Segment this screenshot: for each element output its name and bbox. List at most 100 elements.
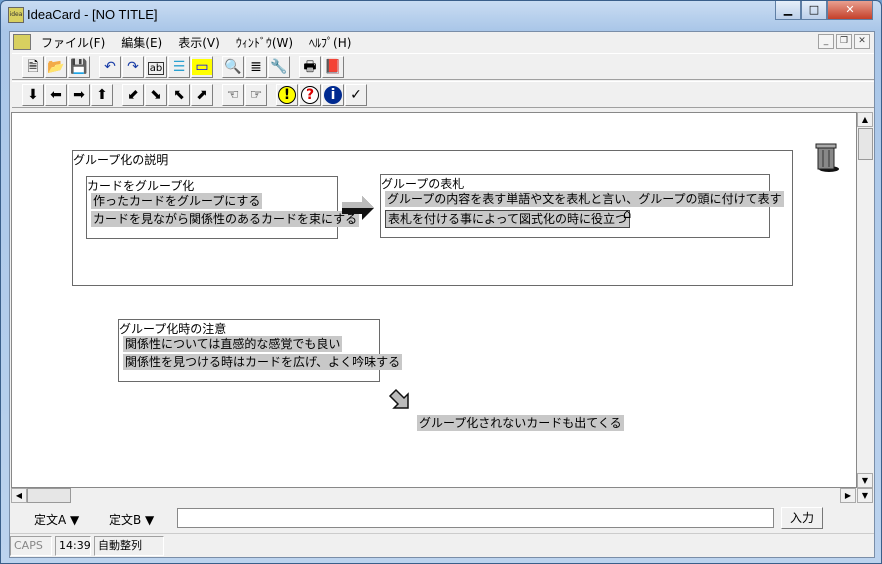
text-field-button[interactable]: ab [145,56,167,78]
print-button[interactable]: 🖶 [299,56,321,78]
card[interactable]: グループ化時の注意 関係性については直感的な感覚でも良い 関係性を見つける時はカ… [118,319,403,382]
minimize-button[interactable]: ▁ [775,1,801,20]
note-button[interactable]: ▭ [191,56,213,78]
arrow-up-left-icon: ⬉ [173,87,185,103]
hand-right-button[interactable]: ☞ [245,84,267,106]
save-icon: 💾 [70,59,88,75]
check-button[interactable]: ✓ [345,84,367,106]
scroll-down-corner-button[interactable]: ▼ [857,488,873,503]
status-bar: CAPS 14:39 自動整列 [10,533,874,557]
card-line: 作ったカードをグループにする [91,193,263,209]
open-icon: 📂 [47,59,65,75]
text-input[interactable] [177,508,774,528]
mdi-close-button[interactable]: ✕ [854,34,870,49]
note-icon: ▭ [192,59,212,75]
wrench-button[interactable]: 🔧 [268,56,290,78]
horizontal-scrollbar[interactable]: ◀ ▶ [11,488,857,503]
arrow-down-left-button[interactable]: ⬋ [122,84,144,106]
search-button[interactable]: 🔍 [222,56,244,78]
book-button[interactable]: 📕 [322,56,344,78]
menu-help[interactable]: ﾍﾙﾌﾟ(H) [301,34,359,51]
menu-edit[interactable]: 編集(E) [113,34,170,51]
phrase-a-dropdown[interactable]: 定文A ▼ [34,511,79,528]
card-canvas[interactable]: グループ化の説明 カードをグループ化 作ったカードをグループにする カードを見な… [11,112,857,488]
arrow-down-icon: ⬇ [27,87,39,103]
app-window: idea IdeaCard - [NO TITLE] ▁ □ ✕ ファイル(F)… [0,0,882,564]
card-line: 関係性を見つける時はカードを広げ、よく吟味する [123,354,403,370]
save-button[interactable]: 💾 [68,56,90,78]
redo-icon: ↷ [127,59,139,75]
vertical-scroll-thumb[interactable] [858,128,873,160]
arrow-right-button[interactable]: ➡ [68,84,90,106]
caps-indicator: CAPS [10,536,52,556]
outline-icon: ≣ [250,59,262,75]
scroll-down-button[interactable]: ▼ [857,473,873,488]
card-title: グループ化時の注意 [119,322,227,336]
arrow-up-icon: ⬆ [96,87,108,103]
arrow-right-icon [342,196,376,220]
mdi-minimize-button[interactable]: _ [818,34,834,49]
redo-button[interactable]: ↷ [122,56,144,78]
search-icon: 🔍 [224,59,242,75]
arrow-up-right-icon: ⬈ [196,87,208,103]
horizontal-scroll-thumb[interactable] [27,488,71,503]
scroll-left-button[interactable]: ◀ [11,488,27,503]
arrow-down-left-icon: ⬋ [127,87,139,103]
book-icon: 📕 [324,59,342,75]
wrench-icon: 🔧 [270,59,288,75]
arrow-left-icon: ⬅ [50,87,62,103]
arrow-down-right-button[interactable]: ⬊ [145,84,167,106]
doc-icon [13,34,31,50]
outline-button[interactable]: ≣ [245,56,267,78]
phrase-b-dropdown[interactable]: 定文B ▼ [109,511,154,528]
menu-view[interactable]: 表示(V) [170,34,228,51]
undo-button[interactable]: ↶ [99,56,121,78]
arrow-down-button[interactable]: ⬇ [22,84,44,106]
hand-right-icon: ☞ [249,87,263,103]
card[interactable]: カードをグループ化 作ったカードをグループにする カードを見ながら関係性のあるカ… [86,176,360,239]
undo-icon: ↶ [104,59,116,75]
card-line-selected[interactable]: 表札を付ける事によって図式化の時に役立つ [385,210,631,228]
card[interactable]: グループの表札 グループの内容を表す単語や文を表札と言い、グループの頭に付けて表… [380,174,784,238]
print-icon: 🖶 [303,59,317,75]
group-title: グループ化の説明 [73,153,169,167]
close-button[interactable]: ✕ [827,1,873,20]
arrow-up-left-button[interactable]: ⬉ [168,84,190,106]
client-area: ファイル(F) 編集(E) 表示(V) ｳｨﾝﾄﾞｳ(W) ﾍﾙﾌﾟ(H) _ … [9,31,875,558]
trash-icon[interactable] [814,141,840,173]
mode-indicator: 自動整列 [94,536,164,556]
toolbar-arrows: ⬇ ⬅ ➡ ⬆ ⬋ ⬊ ⬉ ⬈ ☜ ☞!? i ✓ [12,81,874,108]
menu-bar: ファイル(F) 編集(E) 表示(V) ｳｨﾝﾄﾞｳ(W) ﾍﾙﾌﾟ(H) [10,32,874,52]
window-title: IdeaCard - [NO TITLE] [27,7,158,22]
toolbar-main: 🗎 📂 💾 ↶ ↷ ab ☰ ▭ 🔍 ≣ 🔧 🖶 📕 [12,53,874,80]
hand-left-button[interactable]: ☜ [222,84,244,106]
cursor-icon: ⌂ [623,207,632,222]
info-button[interactable]: i [322,84,344,106]
loose-card[interactable]: グループ化されないカードも出てくる [417,415,624,431]
open-button[interactable]: 📂 [45,56,67,78]
arrow-down-right-icon [388,388,412,412]
arrow-up-button[interactable]: ⬆ [91,84,113,106]
enter-button[interactable]: 入力 [781,507,823,529]
exclamation-button[interactable]: ! [276,84,298,106]
check-icon: ✓ [350,87,362,103]
arrow-left-button[interactable]: ⬅ [45,84,67,106]
text-field-icon: ab [147,62,165,75]
hand-left-icon: ☜ [226,87,240,103]
card-line: カードを見ながら関係性のあるカードを束にする [91,211,360,227]
scroll-right-button[interactable]: ▶ [840,488,856,503]
question-icon: ? [301,86,319,104]
arrow-up-right-button[interactable]: ⬈ [191,84,213,106]
mdi-restore-button[interactable]: ❐ [836,34,852,49]
menu-file[interactable]: ファイル(F) [33,34,113,51]
list-icon: ☰ [172,59,186,75]
menu-window[interactable]: ｳｨﾝﾄﾞｳ(W) [228,34,301,51]
new-button[interactable]: 🗎 [22,56,44,78]
exclamation-icon: ! [278,86,296,104]
question-button[interactable]: ? [299,84,321,106]
maximize-button[interactable]: □ [801,1,827,20]
vertical-scrollbar[interactable]: ▲ ▼ [857,112,874,488]
scroll-up-button[interactable]: ▲ [857,112,873,127]
list-button[interactable]: ☰ [168,56,190,78]
arrow-right-icon: ➡ [73,87,85,103]
